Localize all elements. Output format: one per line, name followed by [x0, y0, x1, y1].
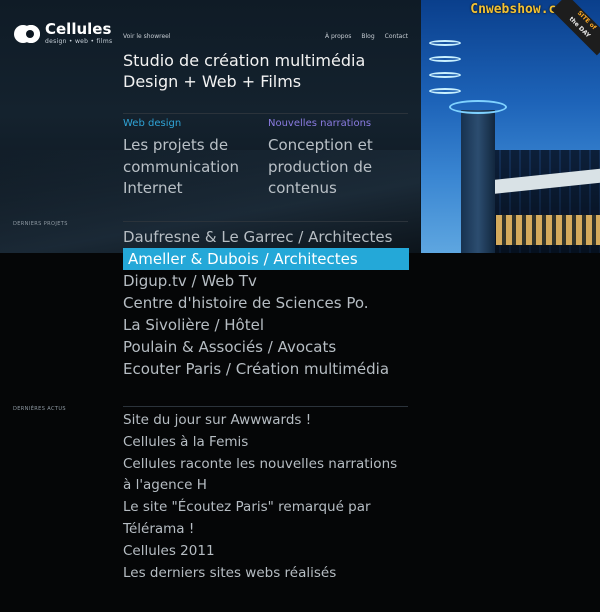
divider	[123, 406, 408, 407]
project-item[interactable]: Daufresne & Le Garrec / Architectes	[123, 226, 409, 248]
showreel-link[interactable]: Voir le showreel	[123, 33, 171, 40]
column-title[interactable]: Web design	[123, 118, 263, 130]
page-headline: Studio de création multimédia Design + W…	[123, 50, 413, 92]
news-list: Site du jour sur Awwwards ! Cellules à l…	[123, 410, 413, 584]
project-item[interactable]: La Sivolière / Hôtel	[123, 314, 409, 336]
divider	[123, 221, 408, 222]
column-body-line: production de	[268, 157, 373, 176]
column-body-line: Conception et	[268, 136, 373, 154]
divider	[123, 113, 408, 114]
brand-name: Cellules	[45, 20, 112, 38]
light-ring	[429, 40, 461, 46]
news-item[interactable]: Site du jour sur Awwwards !	[123, 410, 413, 432]
news-section-label: DERNIÈRES ACTUS	[13, 406, 66, 412]
column-body-line: Les projets de	[123, 136, 229, 154]
nav-link-blog[interactable]: Blog	[361, 33, 374, 40]
project-item[interactable]: Ecouter Paris / Création multimédia	[123, 358, 409, 380]
nav-link-contact[interactable]: Contact	[385, 33, 408, 40]
column-body-line: Internet	[123, 179, 183, 197]
nav-link-about[interactable]: À propos	[325, 33, 351, 40]
projects-list: Daufresne & Le Garrec / Architectes Amel…	[123, 226, 409, 380]
column-body-line: contenus	[268, 179, 337, 197]
project-item[interactable]: Poulain & Associés / Avocats	[123, 336, 409, 358]
brand-tagline: design • web • films	[45, 38, 113, 45]
top-nav: À propos Blog Contact	[325, 33, 408, 40]
project-item[interactable]: Centre d'histoire de Sciences Po.	[123, 292, 409, 314]
light-ring	[429, 56, 461, 62]
logo-icon	[14, 24, 40, 43]
light-ring	[429, 72, 461, 78]
news-item[interactable]: à l'agence H	[123, 475, 413, 497]
news-item[interactable]: Télérama !	[123, 519, 413, 541]
column-title[interactable]: Nouvelles narrations	[268, 118, 408, 130]
news-item[interactable]: Le site "Écoutez Paris" remarqué par	[123, 497, 413, 519]
news-item[interactable]: Cellules raconte les nouvelles narration…	[123, 454, 413, 476]
hero-photo	[421, 0, 600, 253]
headline-line-2: Design + Web + Films	[123, 72, 302, 91]
news-item[interactable]: Cellules 2011	[123, 541, 413, 563]
light-ring	[429, 88, 461, 94]
news-item[interactable]: Cellules à la Femis	[123, 432, 413, 454]
headline-line-1: Studio de création multimédia	[123, 51, 366, 70]
project-item-active[interactable]: Ameller & Dubois / Architectes	[123, 248, 409, 270]
tower	[461, 110, 495, 253]
column-web-design[interactable]: Web design Les projets de communication …	[123, 118, 263, 200]
window-lights	[496, 215, 600, 245]
column-body-line: communication	[123, 157, 240, 176]
project-item[interactable]: Digup.tv / Web Tv	[123, 270, 409, 292]
news-item[interactable]: Les derniers sites webs réalisés	[123, 563, 413, 585]
tower-cap	[449, 100, 507, 114]
projects-section-label: DERNIERS PROJETS	[13, 221, 68, 227]
column-nouvelles-narrations[interactable]: Nouvelles narrations Conception et produ…	[268, 118, 408, 200]
logo[interactable]: Cellules design • web • films	[14, 22, 112, 45]
